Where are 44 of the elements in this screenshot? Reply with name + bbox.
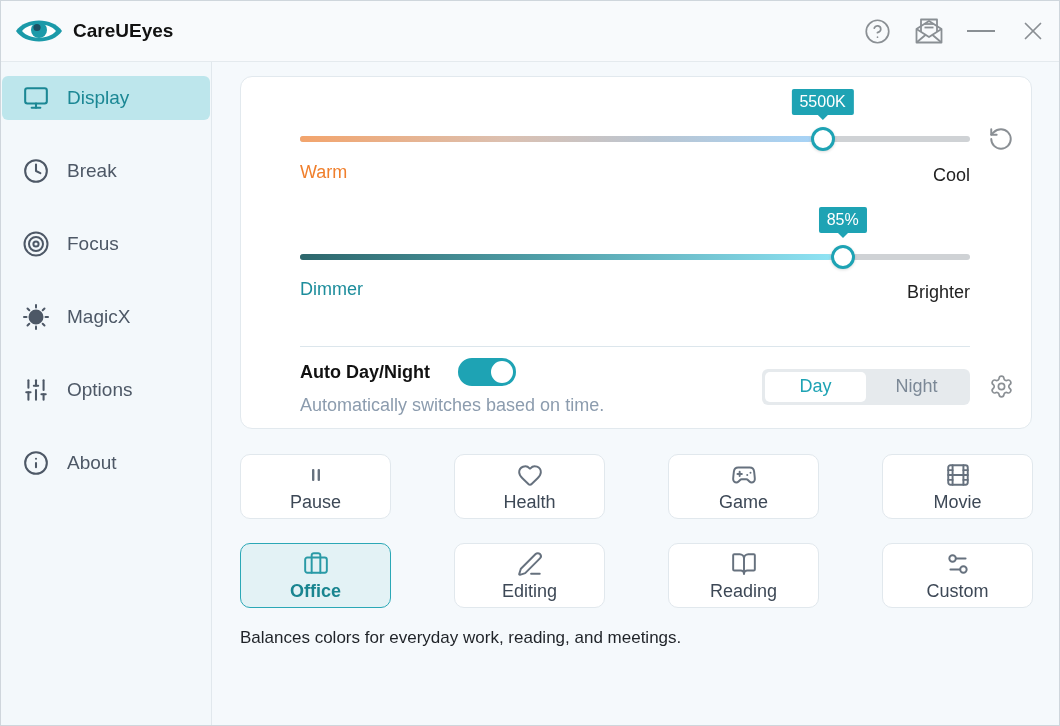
- help-icon: [863, 17, 891, 45]
- sidebar-item[interactable]: Focus: [2, 222, 210, 266]
- toggle-switch[interactable]: [458, 358, 516, 386]
- slider-thumb[interactable]: [810, 127, 835, 151]
- max-label: Cool: [932, 165, 970, 185]
- value-tooltip: 5500K: [791, 89, 854, 120]
- target-icon: [23, 231, 49, 257]
- sliders-icon: [23, 377, 49, 403]
- pause-icon: [310, 469, 321, 481]
- slider-thumb[interactable]: [830, 245, 855, 269]
- sidebar-item[interactable]: Options: [2, 368, 210, 412]
- app-title: CareUEyes: [73, 20, 174, 42]
- pen-icon: [516, 551, 543, 577]
- heart-icon: [516, 462, 543, 488]
- preset-button[interactable]: Custom: [882, 543, 1033, 608]
- monitor-icon: [23, 85, 49, 111]
- clock-icon: [23, 158, 49, 184]
- preset-description: Balances colors for everyday work, reading, and meetings.: [240, 627, 683, 649]
- minimize-icon: [967, 30, 995, 32]
- info-icon: [23, 450, 49, 476]
- max-label: Brighter: [906, 282, 970, 302]
- value-tooltip: 85%: [818, 207, 867, 238]
- sidebar-item[interactable]: About: [2, 441, 210, 485]
- sidebar-item[interactable]: MagicX: [2, 295, 210, 339]
- setting-description: Automatically switches based on time.: [300, 395, 605, 415]
- settings-icon: [988, 374, 1014, 399]
- setting-title: Auto Day/Night: [300, 361, 430, 383]
- briefcase-icon: [302, 551, 329, 577]
- min-label: Warm: [300, 162, 348, 184]
- reset-button[interactable]: [987, 125, 1015, 153]
- preset-button[interactable]: Editing: [454, 543, 605, 608]
- preset-button[interactable]: Health: [454, 454, 605, 519]
- book-icon: [730, 551, 757, 577]
- mail-icon: [915, 18, 943, 44]
- preset-button[interactable]: Office: [240, 543, 391, 608]
- preset-button[interactable]: Reading: [668, 543, 819, 608]
- film-icon: [944, 462, 971, 488]
- preset-button[interactable]: Pause: [240, 454, 391, 519]
- sun-icon: [23, 304, 49, 330]
- min-label: Dimmer: [300, 279, 363, 301]
- preset-button[interactable]: Game: [668, 454, 819, 519]
- reset-icon: [988, 126, 1014, 152]
- preset-button[interactable]: Movie: [882, 454, 1033, 519]
- sidebar-item[interactable]: Break: [2, 149, 210, 193]
